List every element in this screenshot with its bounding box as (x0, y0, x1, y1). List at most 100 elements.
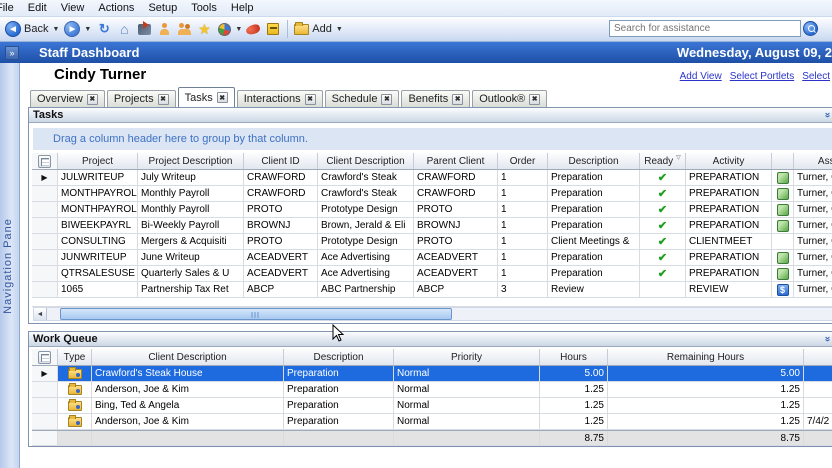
cell[interactable]: 1 (498, 266, 548, 281)
cell[interactable]: PREPARATION (686, 186, 772, 201)
cell[interactable]: 1 (498, 202, 548, 217)
column-header-description[interactable]: Description (548, 153, 640, 169)
cell[interactable]: Crawford's Steak (318, 170, 414, 185)
cell[interactable]: Anderson, Joe & Kim (92, 382, 284, 397)
cell[interactable]: 8.75 (540, 431, 608, 445)
summary-row[interactable]: 8.758.75 (32, 430, 832, 446)
select-all-icon[interactable] (38, 351, 51, 364)
cell[interactable]: ABCP (414, 282, 498, 297)
menu-item-actions[interactable]: Actions (91, 1, 141, 15)
tab-close-icon[interactable]: ✖ (452, 94, 463, 105)
cell[interactable]: Normal (394, 398, 540, 413)
tab-schedule[interactable]: Schedule✖ (325, 90, 400, 107)
row-selector-cell[interactable]: ▶ (32, 366, 58, 381)
row-selector-cell[interactable] (32, 250, 58, 265)
table-row[interactable]: CONSULTINGMergers & AcquisitiPROTOProtot… (32, 234, 832, 250)
cell[interactable]: Turner, Cin (794, 170, 832, 185)
tab-close-icon[interactable]: ✖ (305, 94, 316, 105)
tasks-panel-header[interactable]: Tasks » (29, 108, 832, 123)
cell[interactable] (58, 414, 92, 429)
cell[interactable] (640, 282, 686, 297)
cell[interactable]: Preparation (548, 170, 640, 185)
tab-interactions[interactable]: Interactions✖ (237, 90, 323, 107)
row-selector-cell[interactable] (32, 202, 58, 217)
table-row[interactable]: JUNWRITEUPJune WriteupACEADVERTAce Adver… (32, 250, 832, 266)
table-row[interactable]: MONTHPAYROLMonthly PayrollPROTOPrototype… (32, 202, 832, 218)
menu-item-tools[interactable]: Tools (184, 1, 224, 15)
cell[interactable]: Turner, Cin (794, 218, 832, 233)
row-selector-cell[interactable] (32, 382, 58, 397)
navigation-pane[interactable]: Navigation Pane (0, 63, 20, 468)
cell[interactable]: Bi-Weekly Payroll (138, 218, 244, 233)
cell[interactable]: PROTO (244, 202, 318, 217)
select-all-icon[interactable] (38, 155, 51, 168)
cell[interactable]: 7/4/2 (804, 414, 832, 429)
filter-icon[interactable]: ▽ (676, 154, 681, 161)
cell[interactable]: Prototype Design (318, 234, 414, 249)
reports-icon[interactable] (135, 21, 153, 38)
tab-close-icon[interactable]: ✖ (158, 94, 169, 105)
cell[interactable] (772, 202, 794, 217)
cell[interactable]: ✔ (640, 218, 686, 233)
row-selector-cell[interactable] (32, 414, 58, 429)
scroll-left-icon[interactable]: ◄ (34, 308, 47, 320)
cell[interactable] (804, 366, 832, 381)
cell[interactable]: QTRSALESUSE (58, 266, 138, 281)
cell[interactable]: PREPARATION (686, 218, 772, 233)
link-select-portlets[interactable]: Select Portlets (730, 71, 794, 82)
cell[interactable]: BROWNJ (244, 218, 318, 233)
cell[interactable]: Turner, Cin (794, 266, 832, 281)
cell[interactable] (804, 382, 832, 397)
cell[interactable]: PREPARATION (686, 266, 772, 281)
group-by-bar[interactable]: Drag a column header here to group by th… (33, 128, 832, 150)
cell[interactable]: Ace Advertising (318, 250, 414, 265)
cell[interactable] (772, 170, 794, 185)
cell[interactable]: Bing, Ted & Angela (92, 398, 284, 413)
flag-icon[interactable] (244, 21, 262, 38)
cell[interactable]: Crawford's Steak House (92, 366, 284, 381)
cell[interactable]: 5.00 (608, 366, 804, 381)
contacts-icon[interactable] (175, 21, 193, 38)
column-header-blank[interactable] (772, 153, 794, 169)
column-header-client-description[interactable]: Client Description (92, 349, 284, 365)
notes-icon[interactable] (264, 21, 282, 38)
menu-item-help[interactable]: Help (224, 1, 261, 15)
cell[interactable]: Preparation (548, 218, 640, 233)
cell[interactable]: Preparation (284, 414, 394, 429)
column-header-assigned[interactable]: Assigned (794, 153, 832, 169)
cell[interactable]: Partnership Tax Ret (138, 282, 244, 297)
cell[interactable]: MONTHPAYROL (58, 202, 138, 217)
column-header-project-description[interactable]: Project Description (138, 153, 244, 169)
cell[interactable]: BIWEEKPAYRL (58, 218, 138, 233)
cell[interactable]: MONTHPAYROL (58, 186, 138, 201)
cell[interactable]: 5.00 (540, 366, 608, 381)
cell[interactable]: Mergers & Acquisiti (138, 234, 244, 249)
cell[interactable] (284, 431, 394, 445)
cell[interactable]: Turner, Cin (794, 234, 832, 249)
tab-outlook[interactable]: Outlook®✖ (472, 90, 547, 107)
panel-collapse-icon[interactable]: » (823, 112, 831, 118)
row-selector-cell[interactable] (32, 234, 58, 249)
tab-close-icon[interactable]: ✖ (381, 94, 392, 105)
link-select[interactable]: Select (802, 71, 830, 82)
row-selector-cell[interactable] (32, 266, 58, 281)
row-selector-cell[interactable] (32, 431, 58, 445)
cell[interactable]: JUNWRITEUP (58, 250, 138, 265)
panel-collapse-icon[interactable]: » (823, 336, 831, 342)
favorites-icon[interactable]: ★ (195, 21, 213, 38)
work-queue-panel-header[interactable]: Work Queue » (29, 332, 832, 347)
cell[interactable]: CRAWFORD (414, 170, 498, 185)
column-header-type[interactable]: Type (58, 349, 92, 365)
column-header-client-description[interactable]: Client Description (318, 153, 414, 169)
tab-projects[interactable]: Projects✖ (107, 90, 176, 107)
cell[interactable]: Turner, Cin (794, 202, 832, 217)
menu-item-edit[interactable]: Edit (21, 1, 54, 15)
cell[interactable] (772, 266, 794, 281)
cell[interactable]: ACEADVERT (244, 266, 318, 281)
cell[interactable]: CLIENTMEET (686, 234, 772, 249)
cell[interactable] (58, 398, 92, 413)
column-header-remaining-hours[interactable]: Remaining Hours (608, 349, 804, 365)
cell[interactable]: Preparation (548, 186, 640, 201)
cell[interactable]: 1.25 (608, 414, 804, 429)
menu-item-setup[interactable]: Setup (141, 1, 184, 15)
